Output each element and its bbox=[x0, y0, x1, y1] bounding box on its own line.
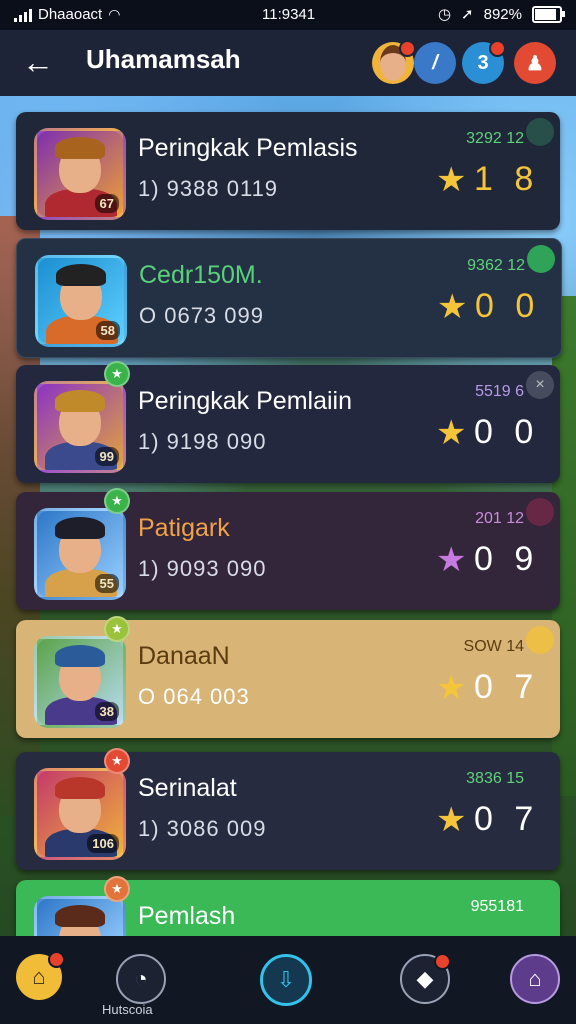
leaderboard-row[interactable]: 38 ★ DanaaN O 064 003 SOW 14 ★ 0 7 bbox=[16, 616, 560, 738]
player-score: 0 0 bbox=[475, 287, 541, 325]
home-icon[interactable]: ⌂ bbox=[16, 951, 65, 1000]
player-stats: O 0673 099 bbox=[139, 303, 264, 328]
status-bar: Dhaaoact ◠ 11:9341 ◷ ➚ 892% bbox=[0, 0, 576, 30]
level-badge: 38 bbox=[94, 702, 119, 721]
player-score: 0 9 bbox=[474, 540, 540, 578]
friend-avatar-button[interactable] bbox=[372, 40, 416, 84]
player-name: Patigark bbox=[138, 514, 230, 542]
notification-dot bbox=[489, 40, 506, 57]
wifi-icon: ◠ bbox=[108, 6, 121, 22]
player-stats: 1) 3086 009 bbox=[138, 816, 267, 841]
player-rank-code: 201 12 bbox=[475, 510, 524, 527]
status-right: ◷ ➚ 892% bbox=[437, 5, 565, 23]
corner-indicator bbox=[526, 118, 554, 146]
profile-icon: ♟ bbox=[526, 52, 544, 75]
back-arrow-icon[interactable]: ← bbox=[22, 44, 62, 80]
leaderboard-row[interactable]: 106 ★ Serinalat 1) 3086 009 3836 15 ★ 0 … bbox=[16, 748, 560, 870]
level-badge: 58 bbox=[95, 321, 120, 340]
corner-indicator bbox=[526, 626, 554, 654]
clock-icon[interactable]: ◔ bbox=[116, 954, 166, 1004]
status-left: Dhaaoact ◠ bbox=[14, 6, 120, 23]
leaderboard-row[interactable]: 99 ★ Peringkak Pemlaiin 1) 9198 090 5519… bbox=[16, 361, 560, 483]
carrier-name: Dhaaoact bbox=[38, 6, 103, 23]
player-name: Pemlash bbox=[138, 902, 236, 930]
location-icon: ➚ bbox=[461, 6, 474, 23]
battery-icon bbox=[532, 5, 565, 23]
player-rank-code: SOW 14 bbox=[463, 638, 524, 655]
player-avatar: 58 bbox=[35, 255, 127, 347]
player-score: 0 7 bbox=[474, 668, 540, 706]
player-name: Peringkak Pemlaiin bbox=[138, 387, 352, 415]
profile-button[interactable]: ♟ bbox=[514, 42, 556, 84]
leaderboard-row[interactable]: 55 ★ Patigark 1) 9093 090 201 12 ★ 0 9 bbox=[16, 488, 560, 610]
download-icon[interactable]: ⇩ bbox=[260, 954, 312, 1006]
corner-indicator bbox=[527, 245, 555, 273]
star-badge-icon: ★ bbox=[104, 616, 130, 642]
player-rank-code: 955181 bbox=[470, 898, 524, 915]
level-badge: 67 bbox=[94, 194, 119, 213]
star-icon: ★ bbox=[436, 669, 467, 707]
player-avatar: 99 bbox=[34, 381, 126, 473]
player-rank-code: 3836 15 bbox=[466, 770, 524, 787]
corner-indicator bbox=[526, 498, 554, 526]
player-rank-code: 9362 12 bbox=[467, 257, 525, 274]
star-icon: ★ bbox=[436, 414, 467, 452]
app-header: ← Uhamamsah / 3 ♟ bbox=[0, 30, 576, 96]
star-badge-icon: ★ bbox=[104, 748, 130, 774]
star-badge-icon: ★ bbox=[104, 876, 130, 902]
player-name: DanaaN bbox=[138, 642, 230, 670]
alarm-icon: ◷ bbox=[437, 6, 452, 23]
player-stats: 1) 9093 090 bbox=[138, 556, 267, 581]
page-title: Uhamamsah bbox=[86, 44, 241, 74]
player-score: 0 0 bbox=[474, 413, 540, 451]
player-name: Serinalat bbox=[138, 774, 237, 802]
player-avatar: 55 bbox=[34, 508, 126, 600]
player-avatar: 67 bbox=[34, 128, 126, 220]
battery-percent: 892% bbox=[483, 5, 522, 23]
player-score: 0 7 bbox=[474, 800, 540, 838]
star-icon: ★ bbox=[437, 288, 468, 326]
signal-icon bbox=[14, 8, 32, 22]
player-avatar: 38 bbox=[34, 636, 126, 728]
player-stats: O 064 003 bbox=[138, 684, 250, 709]
shield-icon[interactable]: ◆ bbox=[400, 953, 451, 1004]
player-rank-code: 5519 6 bbox=[475, 383, 524, 400]
status-time: 11:9341 bbox=[262, 6, 316, 23]
level-badge: 55 bbox=[94, 574, 119, 593]
notification-dot bbox=[48, 951, 65, 968]
star-icon: ★ bbox=[436, 161, 467, 199]
player-name: Peringkak Pemlasis bbox=[138, 134, 358, 162]
bottom-navigation: ⌂ ◔ Hutscoia ⇩ ◆ ⌂ bbox=[0, 936, 576, 1024]
star-badge-icon: ★ bbox=[104, 361, 130, 387]
player-avatar: 106 bbox=[34, 768, 126, 860]
leaderboard-row[interactable]: 67 Peringkak Pemlasis 1) 9388 0119 3292 … bbox=[16, 112, 560, 230]
notification-dot bbox=[434, 953, 451, 970]
level-badge: 106 bbox=[87, 834, 119, 853]
player-rank-code: 3292 12 bbox=[466, 130, 524, 147]
player-name: Cedr150M. bbox=[139, 261, 263, 289]
star-icon: ★ bbox=[436, 801, 467, 839]
castle-icon[interactable]: ⌂ bbox=[510, 954, 560, 1004]
slash-icon: / bbox=[432, 51, 438, 74]
leaderboard-row[interactable]: 58 Cedr150M. O 0673 099 9362 12 ★ 0 0 bbox=[16, 238, 562, 358]
edit-button[interactable]: / bbox=[414, 42, 456, 84]
player-score: 1 8 bbox=[474, 160, 540, 198]
star-icon: ★ bbox=[436, 541, 467, 579]
star-badge-icon: ★ bbox=[104, 488, 130, 514]
player-stats: 1) 9198 090 bbox=[138, 429, 267, 454]
level-badge: 99 bbox=[94, 447, 119, 466]
notification-dot bbox=[399, 40, 416, 57]
trophy-button[interactable]: 3 bbox=[462, 40, 506, 84]
player-stats: 1) 9388 0119 bbox=[138, 176, 279, 201]
close-icon[interactable]: × bbox=[526, 371, 554, 399]
trophy-icon: 3 bbox=[477, 51, 489, 74]
nav-label: Hutscoia bbox=[102, 1002, 153, 1017]
